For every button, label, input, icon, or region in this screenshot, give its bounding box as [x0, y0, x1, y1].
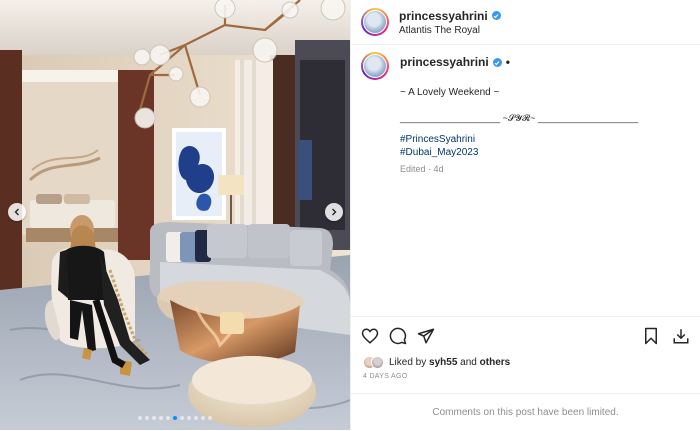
- share-button[interactable]: [415, 325, 437, 347]
- hashtag-link[interactable]: #Dubai_May2023: [400, 146, 638, 159]
- follow-bullet: •: [505, 55, 510, 69]
- comments-limited-notice: Comments on this post have been limited.: [351, 393, 700, 431]
- send-icon: [417, 328, 435, 344]
- carousel-dot: [145, 416, 149, 420]
- post-media[interactable]: [0, 0, 350, 430]
- likes-summary: Liked by syh55 and others: [363, 356, 510, 369]
- save-button[interactable]: [640, 325, 662, 347]
- photo-hotel-suite: [0, 0, 350, 430]
- edited-timestamp: Edited · 4d: [400, 164, 444, 174]
- carousel-dot: [173, 416, 177, 420]
- likes-text: Liked by syh55 and others: [389, 357, 510, 368]
- post-header: princessyahrini Atlantis The Royal: [351, 0, 700, 45]
- verified-badge-icon: [492, 58, 502, 67]
- carousel-dot: [180, 416, 184, 420]
- header-names: princessyahrini Atlantis The Royal: [399, 9, 501, 36]
- chevron-left-icon: [14, 208, 19, 216]
- heart-icon: [361, 328, 379, 344]
- carousel-next-button[interactable]: [325, 203, 343, 221]
- action-bar-right: [640, 325, 692, 347]
- username-link[interactable]: princessyahrini: [399, 9, 488, 23]
- carousel-dot: [201, 416, 205, 420]
- caption-line: ____________________ ~𝓢𝓨𝓡~ _____________…: [400, 113, 639, 123]
- location-link[interactable]: Atlantis The Royal: [399, 25, 501, 36]
- likes-others-link[interactable]: others: [480, 357, 511, 368]
- comment-icon: [389, 327, 407, 345]
- liker-username-link[interactable]: syh55: [429, 357, 457, 368]
- post-timestamp: 4 DAYS AGO: [363, 373, 408, 380]
- carousel-dot: [187, 416, 191, 420]
- verified-badge-icon: [491, 11, 501, 20]
- caption-username-link[interactable]: princessyahrini: [400, 56, 489, 69]
- carousel-dot: [159, 416, 163, 420]
- carousel-dot: [208, 416, 212, 420]
- post: princessyahrini Atlantis The Royal princ…: [0, 0, 700, 430]
- comment-button[interactable]: [387, 325, 409, 347]
- likes-prefix: Liked by: [389, 357, 430, 368]
- caption-username-row: princessyahrini •: [400, 56, 638, 69]
- hashtag-link[interactable]: #PrincesSyahrini: [400, 133, 638, 146]
- carousel-dot: [152, 416, 156, 420]
- liker-avatar: [371, 356, 384, 369]
- caption-line: ~ A Lovely Weekend ~: [400, 87, 500, 98]
- carousel-prev-button[interactable]: [8, 203, 26, 221]
- likes-and: and: [457, 357, 480, 368]
- carousel-indicator: [0, 416, 350, 420]
- caption-body: princessyahrini • ~ A Lovely Weekend ~ _…: [400, 52, 638, 176]
- carousel-dot: [194, 416, 198, 420]
- action-bar: [351, 316, 700, 355]
- post-details-panel: princessyahrini Atlantis The Royal princ…: [350, 0, 700, 430]
- carousel-dot: [166, 416, 170, 420]
- avatar[interactable]: [361, 8, 389, 36]
- chevron-right-icon: [332, 208, 337, 216]
- post-caption: princessyahrini • ~ A Lovely Weekend ~ _…: [361, 52, 690, 176]
- action-bar-left: [359, 325, 437, 347]
- download-button[interactable]: [670, 325, 692, 347]
- carousel-dot: [138, 416, 142, 420]
- caption-avatar[interactable]: [361, 52, 389, 80]
- bookmark-icon: [645, 327, 657, 345]
- download-icon: [673, 329, 689, 344]
- header-username-row: princessyahrini: [399, 9, 501, 23]
- like-button[interactable]: [359, 325, 381, 347]
